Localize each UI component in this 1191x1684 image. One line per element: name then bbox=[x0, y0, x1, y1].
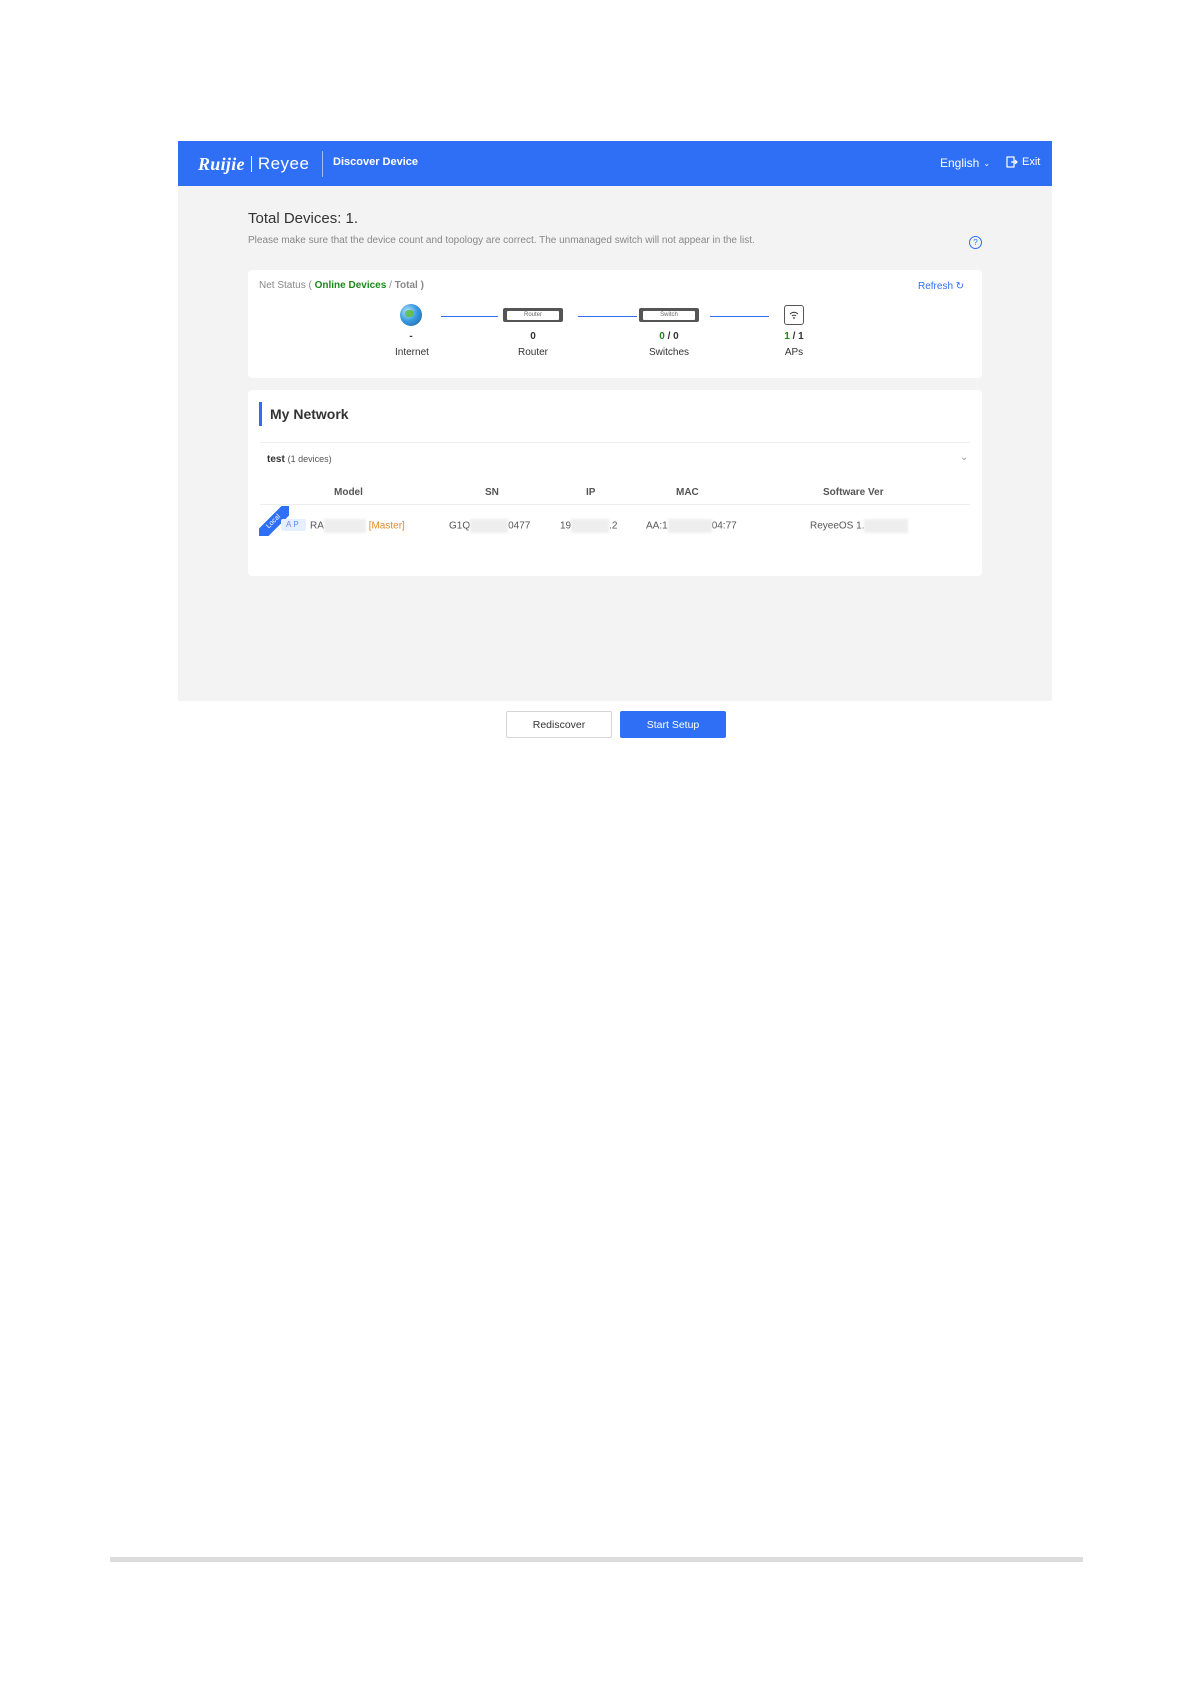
net-status-prefix: Net Status ( bbox=[259, 280, 312, 291]
language-selector[interactable]: English ⌄ bbox=[940, 156, 990, 170]
legend-slash: / bbox=[389, 280, 392, 291]
device-type-badge: AP bbox=[281, 519, 306, 531]
total-devices-heading: Total Devices: 1. bbox=[248, 210, 359, 227]
mac-prefix: AA:1 bbox=[646, 520, 668, 532]
net-status-card: Net Status ( Online Devices / Total ) Re… bbox=[248, 270, 982, 378]
language-label: English bbox=[940, 156, 980, 170]
discover-device-window: Ruijie Reyee Discover Device English ⌄ E… bbox=[178, 141, 1052, 701]
start-setup-button[interactable]: Start Setup bbox=[620, 711, 726, 738]
topology-node-aps: 1 / 1 APs bbox=[776, 303, 812, 358]
router-box-text: Router bbox=[507, 311, 559, 320]
switches-online: 0 bbox=[659, 331, 665, 342]
ruijie-reyee-logo: Ruijie Reyee bbox=[198, 152, 309, 176]
chevron-down-icon: ⌄ bbox=[983, 158, 991, 168]
software-prefix: ReyeeOS 1. bbox=[810, 520, 865, 532]
network-group-header[interactable]: test (1 devices) bbox=[267, 454, 332, 465]
redacted-region bbox=[864, 519, 909, 533]
wifi-icon bbox=[784, 305, 804, 325]
topology-link bbox=[578, 316, 637, 317]
chevron-down-icon[interactable]: ⌄ bbox=[960, 452, 968, 463]
sn-prefix: G1Q bbox=[449, 520, 471, 532]
logo-brand: Ruijie bbox=[198, 153, 245, 174]
redacted-region bbox=[470, 519, 509, 533]
internet-count: - bbox=[409, 331, 413, 342]
switch-icon: Switch bbox=[639, 308, 699, 322]
master-role-label: [Master] bbox=[368, 520, 405, 532]
page-footer-rule bbox=[110, 1557, 1083, 1562]
my-network-card: My Network test (1 devices) ⌄ Model SN I… bbox=[248, 390, 982, 576]
topology-link bbox=[710, 316, 769, 317]
column-header-ip: IP bbox=[586, 487, 596, 498]
cell-mac: AA:1 04:77 bbox=[646, 519, 737, 533]
header-divider bbox=[322, 151, 323, 177]
redacted-region bbox=[667, 519, 712, 533]
my-network-title: My Network bbox=[259, 402, 349, 426]
cell-model: RA [Master] bbox=[310, 519, 405, 533]
topology-node-router: Router 0 Router bbox=[502, 303, 564, 358]
help-icon[interactable]: ? bbox=[969, 236, 982, 249]
globe-icon bbox=[400, 304, 422, 326]
refresh-label: Refresh bbox=[918, 281, 954, 292]
aps-total: 1 bbox=[798, 331, 804, 342]
ip-suffix: .2 bbox=[609, 520, 618, 532]
aps-count: 1 / 1 bbox=[784, 331, 804, 342]
model-prefix: RA bbox=[310, 520, 324, 532]
group-name: test bbox=[267, 454, 285, 465]
column-header-software-ver: Software Ver bbox=[823, 487, 884, 498]
router-label: Router bbox=[517, 347, 548, 358]
page-title: Discover Device bbox=[333, 156, 418, 168]
topology-node-internet: - Internet bbox=[395, 303, 429, 358]
column-header-mac: MAC bbox=[676, 487, 699, 498]
topology-link bbox=[441, 316, 498, 317]
rediscover-button[interactable]: Rediscover bbox=[506, 711, 612, 738]
total-label: Total ) bbox=[394, 280, 424, 291]
switches-count: 0 / 0 bbox=[659, 331, 679, 342]
switches-total: 0 bbox=[673, 331, 679, 342]
column-header-model: Model bbox=[334, 487, 363, 498]
logo-product: Reyee bbox=[257, 154, 310, 173]
internet-label: Internet bbox=[395, 347, 429, 358]
switches-label: Switches bbox=[648, 347, 689, 358]
header-divider bbox=[260, 504, 970, 505]
router-icon: Router bbox=[503, 308, 563, 322]
exit-label: Exit bbox=[1022, 156, 1041, 168]
online-devices-label: Online Devices bbox=[314, 280, 387, 291]
column-header-sn: SN bbox=[485, 487, 499, 498]
router-count: 0 bbox=[530, 331, 536, 342]
sn-suffix: 0477 bbox=[508, 520, 531, 532]
aps-online: 1 bbox=[784, 331, 790, 342]
exit-button[interactable]: Exit bbox=[1006, 156, 1040, 168]
ip-prefix: 19 bbox=[560, 520, 572, 532]
cell-software-ver: ReyeeOS 1. bbox=[810, 519, 909, 533]
topology-hint: Please make sure that the device count a… bbox=[248, 235, 755, 246]
group-device-count: (1 devices) bbox=[287, 454, 332, 464]
exit-icon bbox=[1006, 156, 1018, 168]
redacted-region bbox=[571, 519, 610, 533]
net-status-legend: Net Status ( Online Devices / Total ) bbox=[259, 280, 424, 291]
top-bar: Ruijie Reyee Discover Device English ⌄ E… bbox=[178, 141, 1052, 186]
switch-box-text: Switch bbox=[643, 311, 695, 320]
cell-sn: G1Q 0477 bbox=[449, 519, 530, 533]
divider bbox=[260, 442, 970, 443]
cell-ip: 19.2 bbox=[560, 519, 617, 533]
aps-label: APs bbox=[784, 347, 804, 358]
logo-separator bbox=[250, 156, 252, 172]
mac-suffix: 04:77 bbox=[711, 520, 737, 532]
redacted-region bbox=[323, 519, 366, 533]
refresh-icon: ↻ bbox=[955, 281, 965, 292]
refresh-button[interactable]: Refresh ↻ bbox=[918, 281, 964, 292]
topology-node-switches: Switch 0 / 0 Switches bbox=[638, 303, 700, 358]
